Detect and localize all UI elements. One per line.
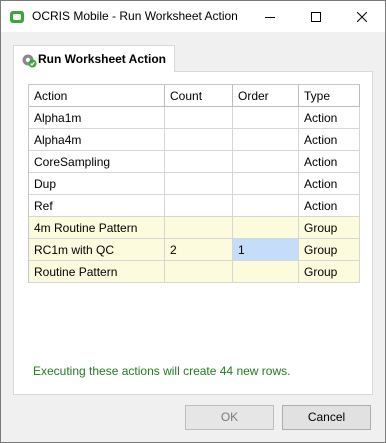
type-cell: Group (299, 261, 360, 283)
count-cell[interactable]: 2 (165, 239, 233, 261)
type-cell: Action (299, 151, 360, 173)
maximize-icon[interactable] (293, 1, 339, 32)
table-header: Action Count Order Type (29, 85, 360, 107)
table-row[interactable]: CoreSampling Action (29, 151, 360, 173)
window-title: OCRIS Mobile - Run Worksheet Action (32, 9, 238, 23)
table-row[interactable]: RC1m with QC 2 1 Group (29, 239, 360, 261)
action-cell: Alpha1m (29, 107, 165, 129)
close-icon[interactable] (339, 1, 385, 32)
action-cell: 4m Routine Pattern (29, 217, 165, 239)
type-cell: Action (299, 195, 360, 217)
order-cell-selected[interactable]: 1 (233, 239, 299, 261)
order-cell[interactable] (233, 261, 299, 283)
count-cell[interactable] (165, 217, 233, 239)
count-cell[interactable] (165, 107, 233, 129)
ok-button[interactable]: OK (185, 405, 274, 430)
order-cell[interactable] (233, 151, 299, 173)
order-cell[interactable] (233, 217, 299, 239)
table-row[interactable]: Routine Pattern Group (29, 261, 360, 283)
type-cell: Action (299, 173, 360, 195)
title-bar[interactable]: OCRIS Mobile - Run Worksheet Action (1, 1, 385, 32)
count-cell[interactable] (165, 151, 233, 173)
table-row[interactable]: Dup Action (29, 173, 360, 195)
order-cell[interactable] (233, 195, 299, 217)
worksheet-action-icon (21, 52, 37, 68)
table-row[interactable]: Alpha4m Action (29, 129, 360, 151)
column-header-count[interactable]: Count (165, 85, 233, 107)
minimize-icon[interactable] (247, 1, 293, 32)
table-row[interactable]: 4m Routine Pattern Group (29, 217, 360, 239)
count-cell[interactable] (165, 195, 233, 217)
tab-label: Run Worksheet Action (38, 52, 167, 66)
column-header-order[interactable]: Order (233, 85, 299, 107)
action-cell: Dup (29, 173, 165, 195)
type-cell: Action (299, 129, 360, 151)
type-cell: Action (299, 107, 360, 129)
column-header-type[interactable]: Type (299, 85, 360, 107)
order-cell[interactable] (233, 129, 299, 151)
order-cell[interactable] (233, 173, 299, 195)
status-message: Executing these actions will create 44 n… (33, 364, 291, 378)
type-cell: Group (299, 217, 360, 239)
column-header-action[interactable]: Action (29, 85, 165, 107)
count-cell[interactable] (165, 173, 233, 195)
type-cell: Group (299, 239, 360, 261)
tab-run-worksheet-action[interactable]: Run Worksheet Action (13, 45, 175, 72)
count-cell[interactable] (165, 261, 233, 283)
dialog-window: OCRIS Mobile - Run Worksheet Action Run … (0, 0, 386, 443)
action-cell: Routine Pattern (29, 261, 165, 283)
action-cell: Ref (29, 195, 165, 217)
action-cell: RC1m with QC (29, 239, 165, 261)
count-cell[interactable] (165, 129, 233, 151)
table-row[interactable]: Alpha1m Action (29, 107, 360, 129)
action-cell: Alpha4m (29, 129, 165, 151)
ocris-app-icon (9, 9, 25, 25)
order-cell[interactable] (233, 107, 299, 129)
actions-table: Action Count Order Type Alpha1m Action A… (28, 84, 360, 283)
cancel-button[interactable]: Cancel (282, 405, 371, 430)
table-row[interactable]: Ref Action (29, 195, 360, 217)
action-cell: CoreSampling (29, 151, 165, 173)
